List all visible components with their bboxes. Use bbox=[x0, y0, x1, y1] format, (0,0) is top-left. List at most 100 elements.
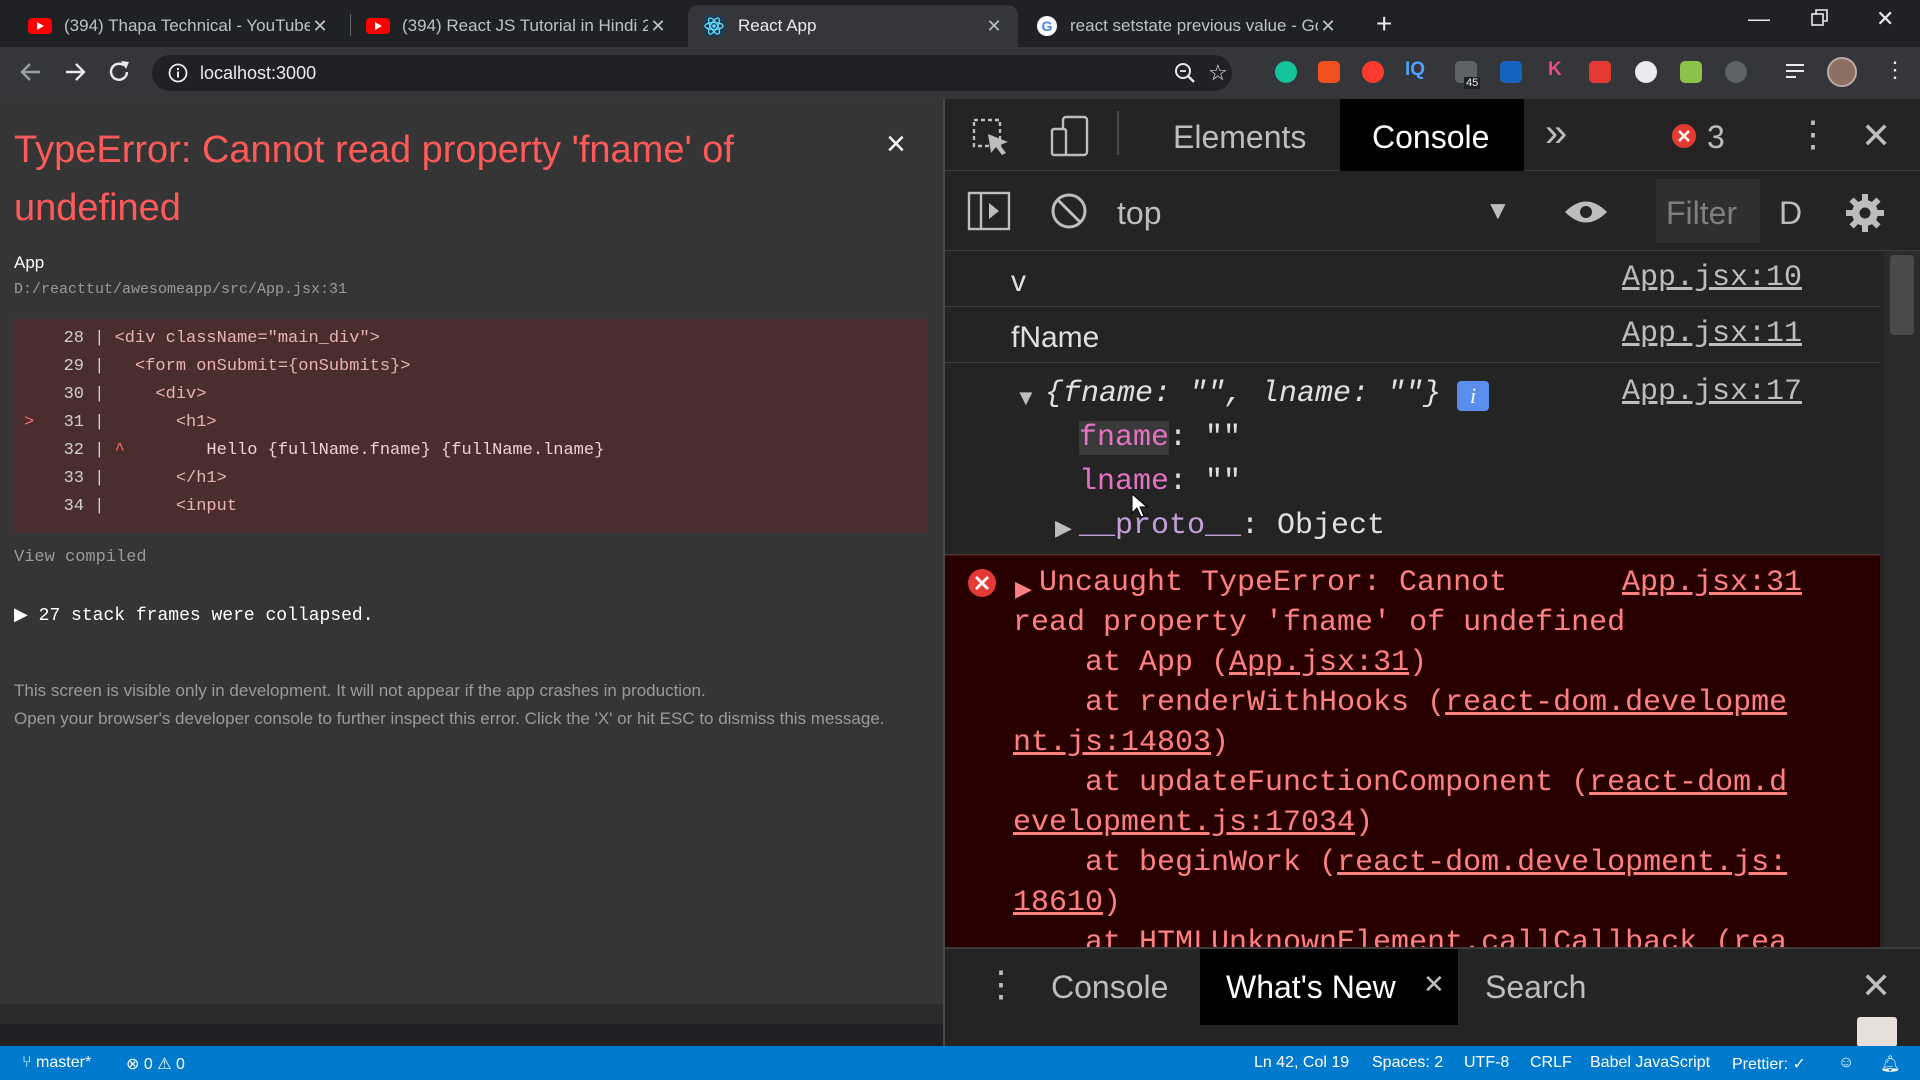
restore-icon[interactable] bbox=[1810, 8, 1830, 28]
devtools-menu-icon[interactable]: ⋮ bbox=[1795, 113, 1831, 155]
iq-extension-icon[interactable]: IQ bbox=[1405, 59, 1425, 81]
stack-frames-toggle[interactable]: ▶ 27 stack frames were collapsed. bbox=[14, 604, 374, 626]
cursor-position[interactable]: Ln 42, Col 19 bbox=[1254, 1054, 1349, 1072]
extension-icon[interactable] bbox=[1680, 61, 1702, 83]
reload-icon[interactable] bbox=[107, 59, 133, 85]
close-icon[interactable]: ✕ bbox=[1423, 969, 1445, 1000]
drawer-close-icon[interactable]: ✕ bbox=[1861, 965, 1891, 1007]
bookmark-star-icon[interactable]: ☆ bbox=[1208, 60, 1228, 86]
source-link[interactable]: App.jsx:17 bbox=[1622, 375, 1802, 409]
stack-link[interactable]: react-dom.d bbox=[1589, 766, 1787, 800]
gear-icon[interactable] bbox=[1845, 193, 1885, 233]
indentation[interactable]: Spaces: 2 bbox=[1372, 1054, 1443, 1072]
stack-link[interactable]: App.jsx:31 bbox=[1229, 646, 1409, 680]
source-link[interactable]: App.jsx:10 bbox=[1622, 261, 1802, 295]
forward-icon[interactable] bbox=[62, 59, 88, 85]
feedback-icon[interactable]: ☺ bbox=[1838, 1054, 1854, 1072]
stack-link[interactable]: evelopment.js:17034 bbox=[1013, 806, 1355, 840]
tab-console[interactable]: Console bbox=[1372, 119, 1489, 156]
reading-list-icon[interactable] bbox=[1784, 61, 1808, 83]
info-icon[interactable]: i bbox=[1457, 381, 1489, 411]
browser-tab-youtube-2[interactable]: (394) React JS Tutorial in Hindi 2 ✕ bbox=[352, 5, 682, 47]
language-mode[interactable]: Babel JavaScript bbox=[1590, 1054, 1710, 1072]
overlay-close-button[interactable]: × bbox=[886, 125, 906, 164]
scrollbar-thumb[interactable] bbox=[1890, 255, 1914, 335]
back-icon[interactable] bbox=[18, 59, 44, 85]
menu-icon[interactable]: ⋮ bbox=[1884, 57, 1906, 83]
git-branch[interactable]: ⑂ master* bbox=[22, 1054, 91, 1072]
close-icon[interactable]: ✕ bbox=[648, 16, 668, 37]
footer-line-2: Open your browser's developer console to… bbox=[14, 709, 885, 728]
caret-down-icon[interactable]: ▼ bbox=[1015, 385, 1037, 411]
file-path: D:/reacttut/awesomeapp/src/App.jsx:31 bbox=[14, 281, 348, 298]
line-ending[interactable]: CRLF bbox=[1530, 1054, 1572, 1072]
device-toolbar-icon[interactable] bbox=[1049, 115, 1091, 157]
browser-tab-google[interactable]: G react setstate previous value - Go ✕ bbox=[1022, 5, 1352, 47]
drawer-tab-console[interactable]: Console bbox=[1051, 969, 1168, 1006]
youtube-icon bbox=[366, 17, 390, 35]
status-bar: ⑂ master* ⊗ 0 ⚠ 0 Ln 42, Col 19 Spaces: … bbox=[0, 1046, 1920, 1080]
console-toolbar: top ▼ Filter D bbox=[945, 171, 1920, 251]
filter-input[interactable]: Filter bbox=[1656, 179, 1760, 243]
avatar[interactable] bbox=[1827, 57, 1857, 87]
close-icon[interactable]: ✕ bbox=[984, 16, 1004, 37]
new-tab-button[interactable]: + bbox=[1376, 8, 1392, 40]
clear-console-icon[interactable] bbox=[1049, 191, 1089, 231]
more-tabs-icon[interactable]: » bbox=[1545, 111, 1567, 156]
extension-icon[interactable] bbox=[1589, 61, 1611, 83]
tab-title: (394) React JS Tutorial in Hindi 2 bbox=[402, 16, 648, 35]
editor-peek-strip bbox=[0, 1004, 943, 1024]
extension-icon[interactable] bbox=[1362, 61, 1384, 83]
react-error-overlay: TypeError: Cannot read property 'fname' … bbox=[0, 99, 943, 1024]
code-line: 34 | <input bbox=[63, 497, 238, 516]
zoom-icon[interactable] bbox=[1174, 62, 1196, 84]
address-bar[interactable]: localhost:3000 ☆ bbox=[152, 55, 1232, 91]
stack-link[interactable]: react-dom.developme bbox=[1445, 686, 1787, 720]
stack-link[interactable]: 18610 bbox=[1013, 886, 1103, 920]
extension-icon[interactable] bbox=[1500, 61, 1522, 83]
k-extension-icon[interactable]: K bbox=[1548, 59, 1562, 81]
prettier-status[interactable]: Prettier: ✓ bbox=[1732, 1054, 1806, 1074]
close-icon[interactable]: ✕ bbox=[1318, 16, 1338, 37]
browser-tab-youtube-1[interactable]: (394) Thapa Technical - YouTube ✕ bbox=[14, 5, 344, 47]
tab-elements[interactable]: Elements bbox=[1173, 119, 1306, 156]
stack-link[interactable]: nt.js:14803 bbox=[1013, 726, 1211, 760]
caret-right-icon[interactable]: ▶ bbox=[1015, 576, 1032, 602]
minimize-icon[interactable]: — bbox=[1748, 6, 1770, 32]
grammarly-extension-icon[interactable] bbox=[1275, 61, 1297, 83]
live-expression-eye-icon[interactable] bbox=[1563, 197, 1609, 227]
error-count-badge[interactable] bbox=[1671, 123, 1697, 149]
browser-tab-react-app[interactable]: React App ✕ bbox=[688, 5, 1018, 47]
drawer-menu-icon[interactable]: ⋮ bbox=[983, 963, 1019, 1005]
drawer-tab-whats-new[interactable]: What's New bbox=[1226, 969, 1396, 1006]
bell-icon[interactable]: 🔔︎ bbox=[1880, 1054, 1900, 1074]
problems-indicator[interactable]: ⊗ 0 ⚠ 0 bbox=[126, 1054, 185, 1074]
chevron-down-icon[interactable]: ▼ bbox=[1485, 195, 1511, 226]
view-compiled-link[interactable]: View compiled bbox=[14, 548, 147, 567]
info-icon[interactable] bbox=[168, 63, 188, 83]
extension-icon[interactable] bbox=[1725, 61, 1747, 83]
caret-right-icon[interactable]: ▶ bbox=[1055, 515, 1072, 541]
google-icon: G bbox=[1036, 15, 1058, 37]
scrollbar[interactable] bbox=[1884, 251, 1920, 947]
context-selector[interactable]: top bbox=[1117, 195, 1161, 232]
window-close-icon[interactable]: ✕ bbox=[1876, 6, 1894, 32]
source-link[interactable]: App.jsx:31 bbox=[1622, 566, 1802, 600]
extension-icon[interactable] bbox=[1318, 61, 1340, 83]
devtools-close-icon[interactable]: ✕ bbox=[1861, 115, 1891, 157]
show-sidebar-icon[interactable] bbox=[967, 191, 1011, 231]
error-message-line-1: Uncaught TypeError: Cannot bbox=[1039, 566, 1508, 600]
extension-icon[interactable] bbox=[1635, 61, 1657, 83]
encoding[interactable]: UTF-8 bbox=[1464, 1054, 1509, 1072]
source-link[interactable]: App.jsx:11 bbox=[1622, 317, 1802, 351]
object-property: fname: "" bbox=[1079, 421, 1242, 455]
inspect-element-icon[interactable] bbox=[971, 117, 1011, 157]
object-summary[interactable]: {fname: "", lname: ""} bbox=[1045, 377, 1441, 411]
stack-link[interactable]: react-dom.development.js: bbox=[1337, 846, 1787, 880]
overlay-footer: This screen is visible only in developme… bbox=[14, 677, 926, 733]
log-text: fName bbox=[1011, 321, 1100, 354]
drawer-tab-bar: ⋮ Console What's New ✕ Search ✕ bbox=[945, 947, 1920, 1025]
drawer-tab-search[interactable]: Search bbox=[1485, 969, 1586, 1006]
close-icon[interactable]: ✕ bbox=[310, 16, 330, 37]
levels-dropdown[interactable]: D bbox=[1779, 195, 1802, 232]
